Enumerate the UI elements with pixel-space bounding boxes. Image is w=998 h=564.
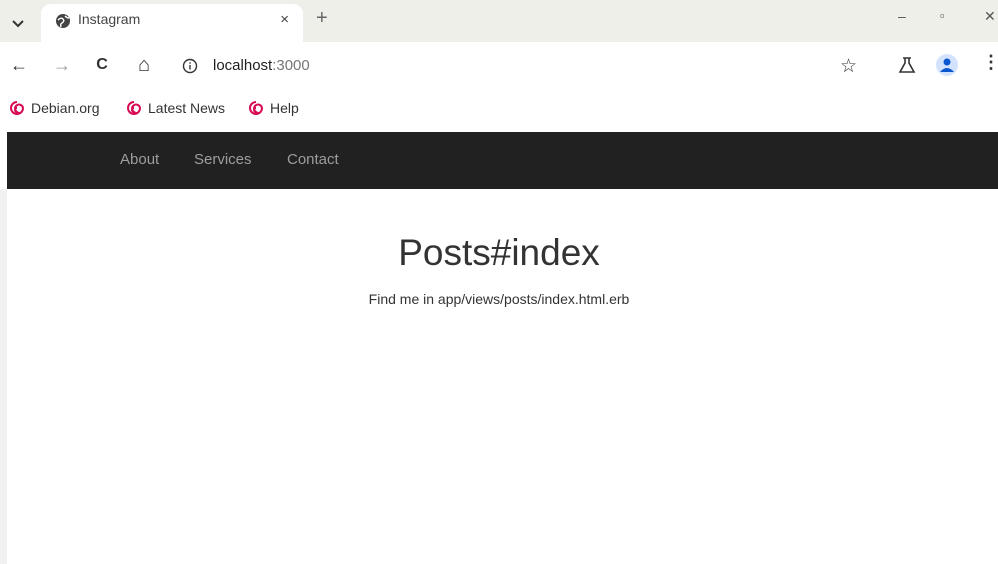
bookmark-label: Help	[270, 100, 299, 116]
bookmark-label: Latest News	[148, 100, 226, 116]
tab-strip: Instagram × + – ▫ ✕	[0, 0, 998, 42]
globe-icon	[56, 14, 70, 28]
home-button[interactable]: ⌂	[133, 54, 155, 76]
minimize-button[interactable]: –	[898, 8, 906, 24]
forward-button[interactable]: →	[51, 54, 73, 76]
tab-search-icon[interactable]	[8, 14, 28, 34]
debian-icon	[249, 101, 264, 115]
new-tab-button[interactable]: +	[316, 8, 328, 28]
labs-icon[interactable]	[898, 56, 916, 74]
bookmark-help[interactable]: Help	[248, 100, 299, 116]
bookmark-label: Debian.org	[31, 100, 100, 116]
url-text: localhost:3000	[213, 57, 310, 74]
nav-link-about[interactable]: About	[120, 151, 159, 168]
page-title: Posts#index	[398, 232, 600, 273]
debian-icon	[10, 101, 25, 115]
reload-button[interactable]: C	[91, 54, 113, 76]
star-icon[interactable]: ☆	[840, 55, 857, 78]
browser-toolbar: ← → C ⌂ localhost:3000 ☆ ⋮	[0, 42, 998, 90]
nav-link-services[interactable]: Services	[194, 151, 252, 168]
page-text: Find me in app/views/posts/index.html.er…	[368, 291, 630, 307]
menu-icon[interactable]: ⋮	[982, 52, 998, 73]
bookmark-latest-news[interactable]: Latest News	[126, 100, 225, 116]
profile-icon[interactable]	[936, 54, 958, 76]
tab-instagram[interactable]: Instagram ×	[41, 4, 303, 42]
site-navbar: About Services Contact	[7, 132, 998, 189]
address-bar[interactable]: localhost:3000 ☆	[172, 49, 876, 83]
debian-icon	[127, 101, 142, 115]
bookmarks-bar: Debian.org Latest News Help	[0, 90, 998, 132]
nav-link-contact[interactable]: Contact	[287, 151, 339, 168]
tab-title: Instagram	[78, 11, 141, 27]
info-icon[interactable]	[182, 58, 198, 74]
close-window-button[interactable]: ✕	[984, 8, 996, 25]
close-tab-icon[interactable]: ×	[280, 11, 289, 28]
bookmark-debian-org[interactable]: Debian.org	[9, 100, 100, 116]
back-button[interactable]: ←	[8, 54, 30, 76]
maximize-button[interactable]: ▫	[940, 8, 945, 23]
